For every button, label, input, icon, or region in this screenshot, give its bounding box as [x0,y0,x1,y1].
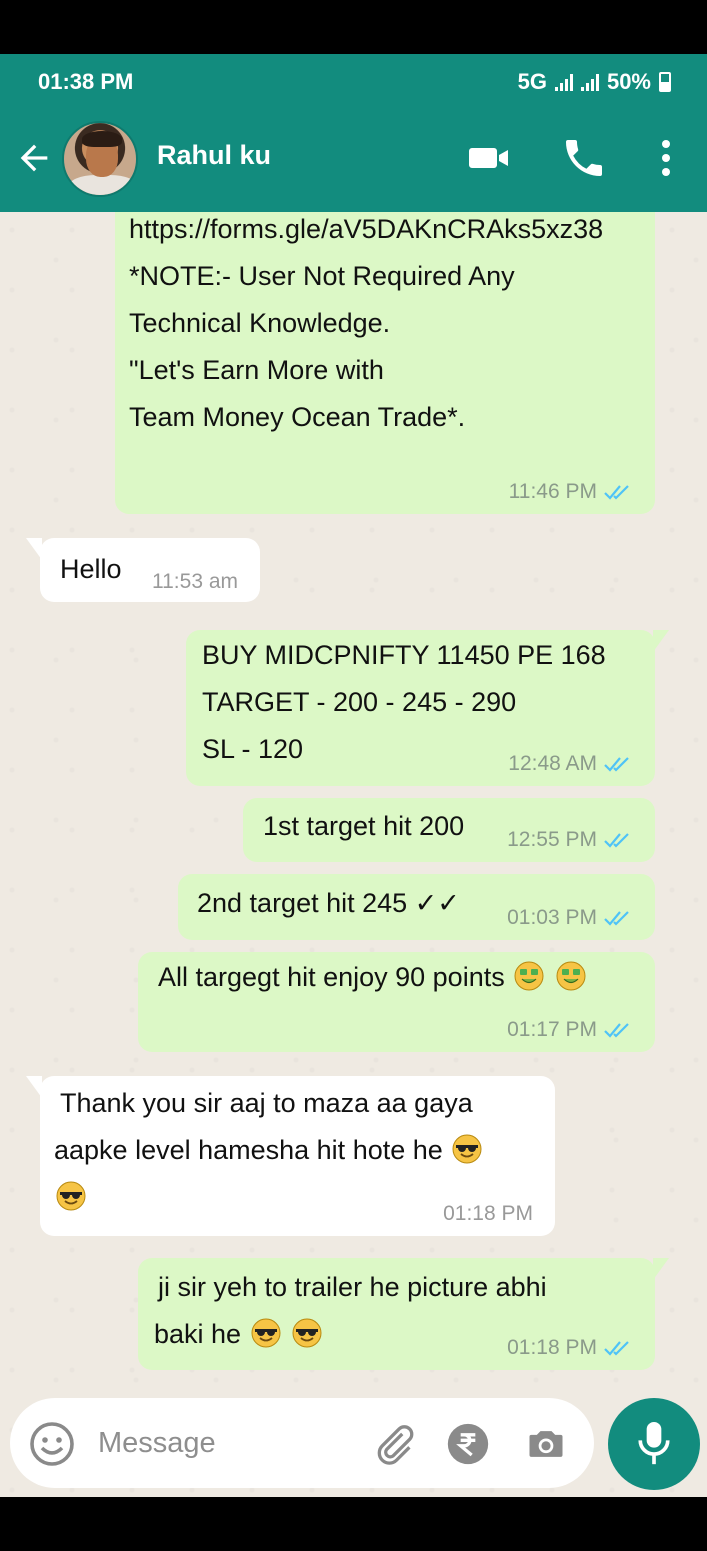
signal-icon [554,73,573,91]
network-label: 5G [517,69,547,94]
mic-button[interactable] [608,1398,700,1490]
message-time: 01:18 PM [443,1202,533,1225]
bubble-tail [653,1258,669,1280]
contact-name[interactable]: Rahul ku [157,140,271,171]
message-bubble-incoming[interactable]: Hello 11:53 am [26,538,260,602]
status-time: 01:38 PM [38,69,134,94]
message-bubble-incoming[interactable]: Thank you sir aaj to maza aa gaya aapke … [26,1076,555,1236]
message-bubble-outgoing[interactable]: 1st target hit 200 12:55 PM [243,798,655,862]
message-time: 01:03 PM [507,906,597,929]
read-ticks-icon [604,757,629,772]
message-meta: 01:18 PM [443,1202,533,1226]
message-text-line: ji sir yeh to trailer he picture abhi [158,1272,547,1302]
message-meta: 11:46 PM [509,480,633,504]
signal-icon [580,73,599,91]
message-meta: 11:53 am [152,570,238,594]
sunglasses-face-icon [56,1181,86,1211]
message-text-line: Thank you sir aaj to maza aa gaya [60,1088,473,1118]
message-text: 1st target hit 200 [263,811,465,841]
message-meta: 12:48 AM [508,752,633,776]
back-arrow-icon[interactable] [14,138,54,178]
message-meta: 12:55 PM [507,828,633,852]
bubble-tail [653,630,669,652]
bubble-tail [26,1076,42,1098]
message-time: 12:55 PM [507,828,597,851]
bubble-tail [26,538,42,560]
message-text-block: Thank you sir aaj to maza aa gaya aapke … [54,1080,484,1221]
message-composer [10,1398,594,1488]
video-call-icon[interactable] [466,134,514,182]
avatar-hair [82,131,122,147]
message-meta: 01:18 PM [507,1336,633,1360]
message-text: 2nd target hit 245 ✓✓ [197,888,460,918]
chat-header: Rahul ku [0,104,707,212]
message-text-line-row: baki he [154,1311,547,1358]
read-ticks-icon [604,911,629,926]
bottom-frame [0,1497,707,1551]
status-bar: 01:38 PM 5G 50% [0,54,707,104]
message-time: 12:48 AM [508,752,597,775]
read-ticks-icon [604,1023,629,1038]
avatar-shirt [68,175,136,195]
battery-icon [659,72,671,92]
sunglasses-face-icon [452,1134,482,1164]
message-input[interactable] [98,1422,338,1464]
message-bubble-outgoing[interactable]: All targegt hit enjoy 90 points 01:17 PM [138,952,655,1052]
avatar[interactable] [62,121,138,197]
money-mouth-face-icon [556,961,586,991]
message-text-block: ji sir yeh to trailer he picture abhi ba… [154,1264,547,1358]
money-mouth-face-icon [514,961,544,991]
chat-area[interactable]: Book Free Demo https://forms.gle/aV5DAKn… [0,212,707,1497]
message-meta: 01:17 PM [507,1018,633,1042]
rupee-payment-icon[interactable] [446,1422,490,1466]
message-text: All targegt hit enjoy 90 points [158,962,505,992]
status-indicators: 5G 50% [518,69,671,95]
message-text-line-row [54,1174,484,1221]
message-time: 11:46 PM [508,480,597,503]
message-meta: 01:03 PM [507,906,633,930]
message-bubble-outgoing[interactable]: BUY MIDCPNIFTY 11450 PE 168 TARGET - 200… [186,630,669,786]
mic-icon [638,1422,670,1465]
message-text-line-row: aapke level hamesha hit hote he [54,1127,484,1174]
message-bubble-outgoing[interactable]: Book Free Demo https://forms.gle/aV5DAKn… [115,212,655,514]
sunglasses-face-icon [251,1318,281,1348]
battery-label: 50% [606,69,651,94]
attach-icon[interactable] [372,1422,416,1466]
read-ticks-icon [604,485,629,500]
more-vert-icon[interactable] [642,134,690,182]
message-text-line: baki he [154,1319,242,1349]
sunglasses-face-icon [292,1318,322,1348]
message-time: 01:17 PM [507,1018,597,1041]
message-text: https://forms.gle/aV5DAKnCRAks5xz38 *NOT… [129,214,604,432]
message-time: 01:18 PM [507,1336,597,1359]
emoji-icon[interactable] [28,1420,76,1468]
read-ticks-icon [604,1341,629,1356]
message-text: Hello [60,554,122,584]
top-frame [0,0,707,54]
message-bubble-outgoing[interactable]: ji sir yeh to trailer he picture abhi ba… [138,1258,669,1370]
camera-icon[interactable] [524,1422,568,1466]
message-text-line: aapke level hamesha hit hote he [54,1135,443,1165]
message-text-row: All targegt hit enjoy 90 points [158,954,588,1001]
message-bubble-outgoing[interactable]: 2nd target hit 245 ✓✓ 01:03 PM [178,874,655,940]
read-ticks-icon [604,833,629,848]
message-time: 11:53 am [152,570,238,593]
phone-icon[interactable] [560,134,608,182]
